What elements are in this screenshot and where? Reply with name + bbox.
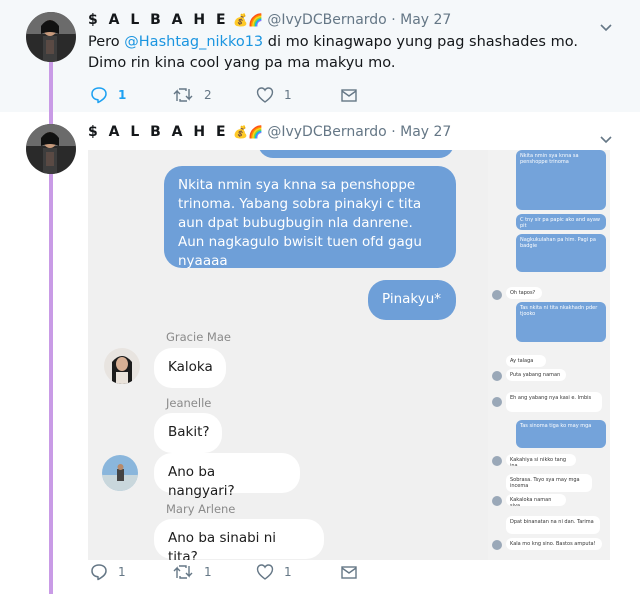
side-bubble-sent: Nagkukulahan pa him. Pagi pa badgie — [516, 234, 606, 272]
retweet-count: 1 — [204, 565, 212, 579]
retweet-icon — [173, 565, 193, 579]
side-bubble-received: Eh ang yabang nya kasi e. Imbis — [506, 392, 602, 412]
tweet-text-before: Pero — [88, 34, 125, 50]
side-bubble-sent: Nkita nmin sya knna sa penshoppe trinoma — [516, 150, 606, 210]
side-bubble-received: Ay talaga — [506, 355, 546, 367]
tweet-actions: 1 1 1 — [90, 562, 390, 582]
dm-button[interactable] — [340, 85, 368, 105]
reply-button[interactable]: 1 — [90, 85, 126, 105]
rainbow-icon: 🌈 — [247, 13, 263, 27]
chat-bubble-sent: Pinakyu* — [368, 280, 456, 320]
tweet-actions: 1 2 1 — [90, 85, 390, 105]
retweet-button[interactable]: 1 — [172, 562, 212, 582]
tweet-text: Pero @Hashtag_nikko13 di mo kinagwapo yu… — [88, 32, 608, 74]
separator: · — [391, 124, 396, 140]
chevron-down-icon[interactable] — [600, 129, 612, 144]
avatar[interactable] — [26, 124, 76, 174]
side-bubble-received: Kakahiya si nikko tang ina — [506, 454, 576, 466]
side-avatar — [492, 456, 502, 466]
reply-count: 1 — [118, 565, 126, 579]
chat-bubble-received: Bakit? — [154, 413, 222, 453]
side-bubble-received: Dpat binanatan na ni dan. Tarima — [506, 516, 600, 534]
handle[interactable]: @IvyDCBernardo — [267, 12, 386, 28]
mention-link[interactable]: @Hashtag_nikko13 — [124, 34, 263, 50]
tweet-date[interactable]: May 27 — [400, 124, 451, 140]
chat-screenshot-main: Nkita nmin sya knna sa penshoppe trinoma… — [88, 150, 488, 560]
chat-bubble-sent: Nkita nmin sya knna sa penshoppe trinoma… — [164, 166, 456, 269]
chat-bubble-partial — [258, 150, 454, 158]
side-avatar — [492, 540, 502, 550]
chat-avatar — [102, 455, 138, 491]
reply-icon — [91, 564, 107, 581]
side-avatar — [492, 397, 502, 407]
chat-sender-name: Mary Arlene — [166, 502, 236, 516]
retweet-button[interactable]: 2 — [172, 85, 212, 105]
reply-icon — [91, 87, 107, 104]
money-bag-icon: 💰 — [232, 13, 248, 27]
tweet-1[interactable]: $ A L B A H E 💰🌈 @IvyDCBernardo · May 27… — [0, 0, 640, 112]
retweet-count: 2 — [204, 88, 212, 102]
tweet-2[interactable]: $ A L B A H E 💰🌈 @IvyDCBernardo · May 27… — [0, 112, 640, 594]
side-bubble-received: Oh tapos? — [506, 287, 542, 299]
dm-button[interactable] — [340, 562, 368, 582]
chat-bubble-received: Ano ba nangyari? — [154, 453, 300, 499]
chat-bubble-received: Kaloka — [154, 348, 226, 388]
chevron-down-icon[interactable] — [600, 17, 612, 32]
money-bag-icon: 💰 — [232, 125, 248, 139]
side-bubble-received: Kala mo kng sino. Bastos amputa! — [506, 538, 602, 550]
like-count: 1 — [284, 88, 292, 102]
reply-button[interactable]: 1 — [90, 562, 126, 582]
heart-icon — [256, 87, 274, 103]
display-name[interactable]: $ A L B A H E — [88, 12, 229, 28]
tweet-date[interactable]: May 27 — [400, 12, 451, 28]
side-bubble-received: Puta yabang naman — [506, 369, 566, 381]
thread-line — [49, 112, 53, 594]
separator: · — [391, 12, 396, 28]
thread-line — [49, 62, 53, 112]
side-bubble-received: Kakaloka naman siya — [506, 494, 566, 506]
like-button[interactable]: 1 — [256, 562, 292, 582]
side-bubble-sent: C tny sir pa papic ako and ayaw pit — [516, 214, 606, 230]
side-avatar — [492, 290, 502, 300]
envelope-icon — [341, 89, 357, 102]
envelope-icon — [341, 566, 357, 579]
handle[interactable]: @IvyDCBernardo — [267, 124, 386, 140]
tweet-header: $ A L B A H E 💰🌈 @IvyDCBernardo · May 27 — [88, 12, 451, 28]
rainbow-icon: 🌈 — [247, 125, 263, 139]
chat-sender-name: Jeanelle — [166, 396, 212, 410]
chat-screenshot-side: Nkita nmin sya knna sa penshoppe trinoma… — [488, 150, 610, 560]
chat-sender-name: Gracie Mae — [166, 330, 231, 344]
heart-icon — [256, 564, 274, 580]
side-bubble-received: Sobrasa. Tsyo sya may mga incema — [506, 474, 592, 492]
side-avatar — [492, 371, 502, 381]
chat-bubble-received: Ano ba sinabi ni tita? — [154, 519, 324, 560]
side-avatar — [492, 496, 502, 506]
tweet-header: $ A L B A H E 💰🌈 @IvyDCBernardo · May 27 — [88, 124, 451, 140]
side-bubble-sent: Tas nkita ni tita nkakhadn pder tjooko — [516, 302, 606, 342]
retweet-icon — [173, 88, 193, 102]
like-count: 1 — [284, 565, 292, 579]
tweet-media-image[interactable]: Nkita nmin sya knna sa penshoppe trinoma… — [88, 150, 610, 560]
side-bubble-sent: Tas sinoma tiga ko may mga — [516, 420, 606, 448]
like-button[interactable]: 1 — [256, 85, 292, 105]
reply-count: 1 — [118, 88, 127, 102]
avatar[interactable] — [26, 12, 76, 62]
display-name[interactable]: $ A L B A H E — [88, 124, 229, 140]
chat-avatar — [104, 348, 140, 384]
